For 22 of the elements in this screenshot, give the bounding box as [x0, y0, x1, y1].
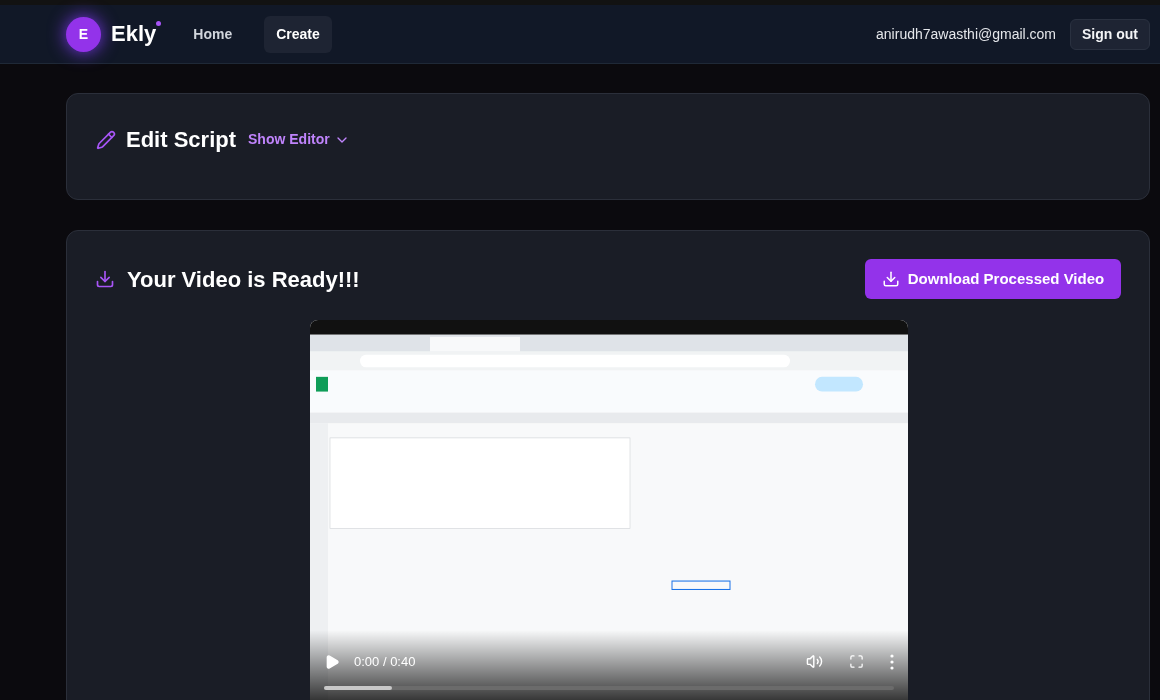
volume-button[interactable] — [806, 653, 823, 671]
show-editor-toggle[interactable]: Show Editor — [248, 129, 350, 150]
play-button[interactable] — [324, 653, 340, 670]
download-icon — [881, 270, 900, 288]
volume-icon — [806, 653, 823, 671]
pencil-icon — [96, 129, 116, 150]
play-icon — [324, 653, 340, 670]
fullscreen-button[interactable] — [849, 654, 864, 670]
more-icon — [890, 653, 894, 670]
logo-icon: E — [66, 16, 101, 52]
nav-link[interactable]: Create — [264, 15, 332, 53]
download-video-button[interactable]: Download Processed Video — [865, 259, 1121, 299]
card-title: Your Video is Ready!!! — [127, 265, 360, 294]
download-icon — [95, 269, 115, 289]
nav-link[interactable]: Home — [181, 15, 245, 53]
fullscreen-icon — [849, 654, 864, 670]
user-email: anirudh7awasthi@gmail.com — [876, 24, 1056, 44]
card-title: Edit Script — [126, 126, 236, 154]
brand-name: Ekly — [111, 20, 157, 48]
more-options-button[interactable] — [890, 653, 894, 670]
video-time: 0:00 / 0:40 — [354, 653, 416, 671]
sign-out-button[interactable]: Sign out — [1070, 18, 1150, 50]
